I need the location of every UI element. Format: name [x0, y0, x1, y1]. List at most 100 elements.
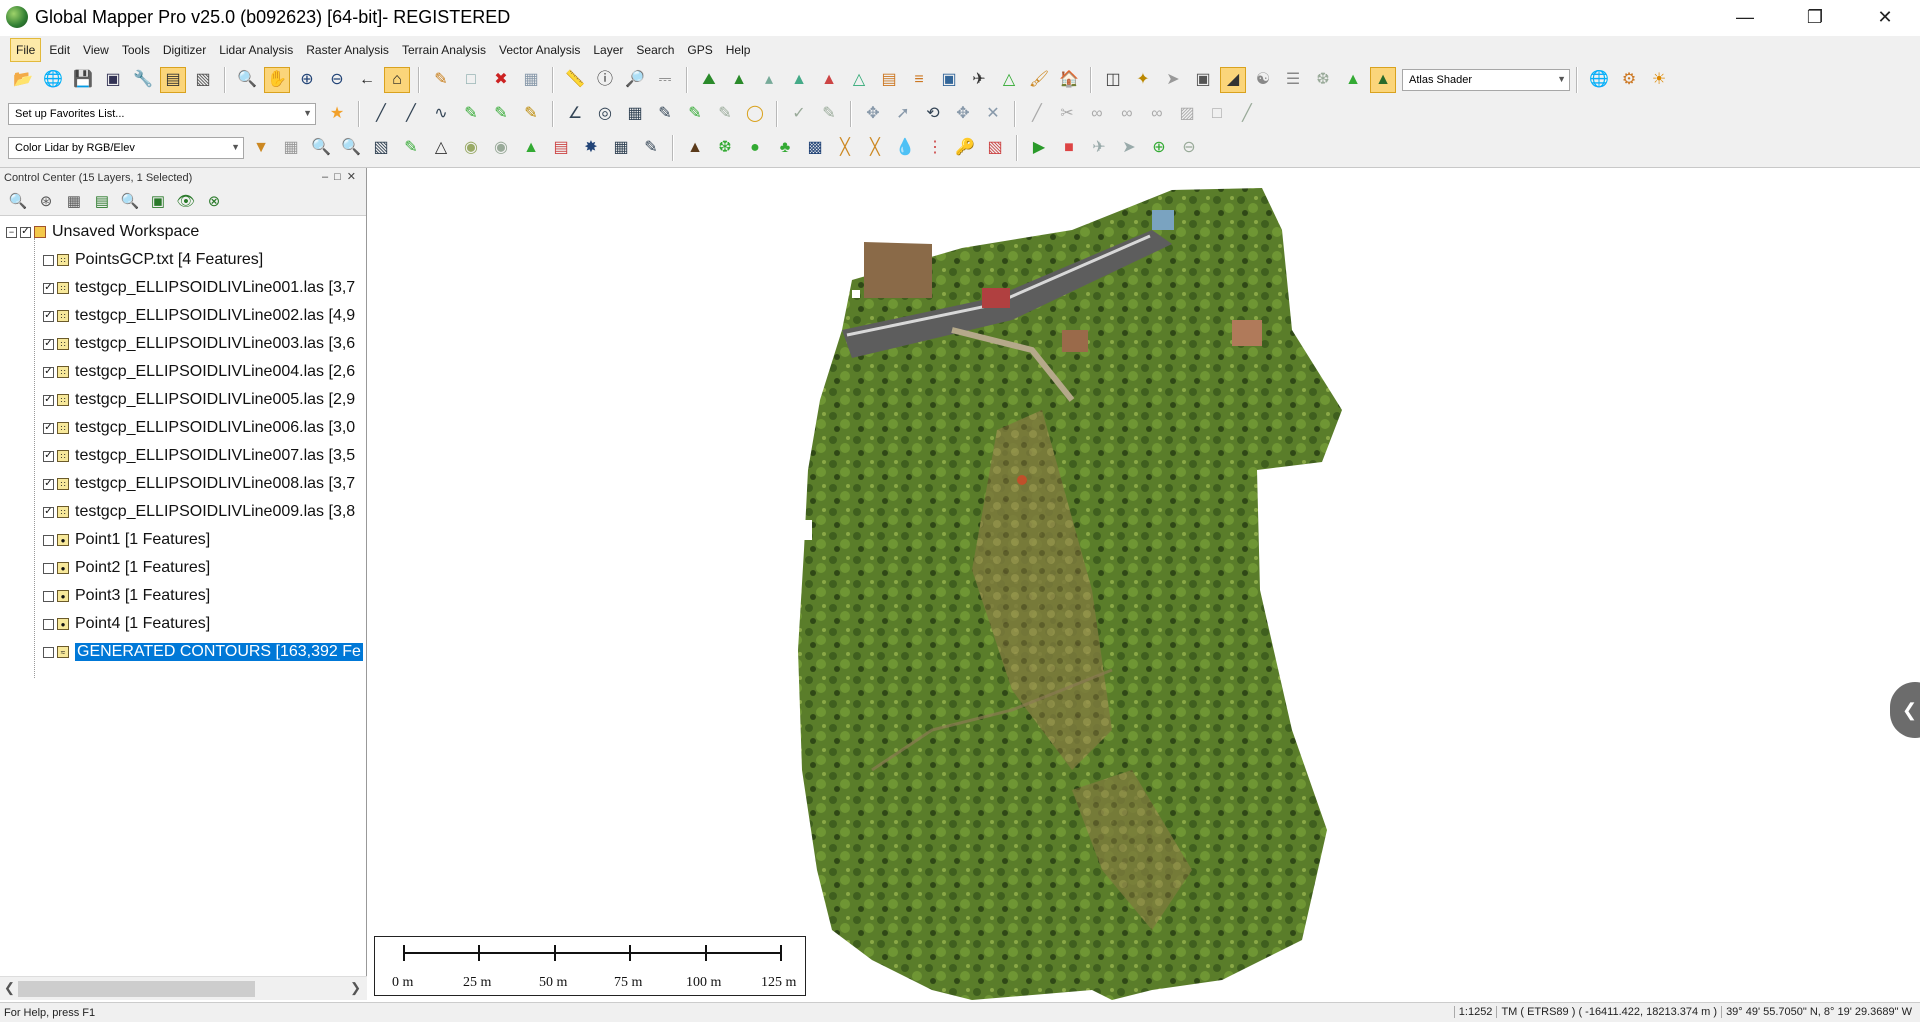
select-area-icon[interactable]: □	[458, 67, 484, 93]
flight-path-icon[interactable]: ✈	[966, 67, 992, 93]
menu-terrain-analysis[interactable]: Terrain Analysis	[397, 39, 491, 61]
grass-icon[interactable]: ❆	[712, 135, 738, 161]
layer-checkbox[interactable]	[43, 618, 54, 630]
measure-angle-icon[interactable]: ∠	[562, 101, 588, 127]
split-icon[interactable]: ✕	[980, 101, 1006, 127]
layer-checkbox[interactable]: ✓	[43, 394, 54, 406]
visibility-eye-icon[interactable]: 👁	[174, 190, 198, 214]
forward-icon[interactable]: ➤	[1116, 135, 1142, 161]
layer-row[interactable]: ● Point4 [1 Features]	[43, 610, 210, 638]
scroll-left-icon[interactable]: ❮	[4, 980, 15, 996]
zoom-to-layer-icon[interactable]: 🔍	[6, 190, 30, 214]
reshape-icon[interactable]: ⟲	[920, 101, 946, 127]
menu-view[interactable]: View	[78, 39, 114, 61]
attribute-table-icon[interactable]: ▦	[62, 190, 86, 214]
target-circle-icon[interactable]: ◎	[592, 101, 618, 127]
layer-checkbox[interactable]	[43, 534, 54, 546]
lidar-cluster-icon[interactable]: ◉	[488, 135, 514, 161]
workspace-checkbox[interactable]: ✓	[20, 226, 31, 238]
delete-feature-icon[interactable]: ✖	[488, 67, 514, 93]
merge-icon[interactable]: ▨	[1174, 101, 1200, 127]
minimize-button[interactable]: —	[1710, 0, 1780, 34]
menu-gps[interactable]: GPS	[682, 39, 717, 61]
panel-window-controls[interactable]: –□✕	[322, 170, 362, 183]
layer-row[interactable]: ✓ ∷ testgcp_ELLIPSOIDLIVLine007.las [3,5	[43, 442, 355, 470]
layer-checkbox[interactable]	[43, 590, 54, 602]
layer-options-icon[interactable]: ⊛	[34, 190, 58, 214]
edit-tool-icon[interactable]: ✎	[652, 101, 678, 127]
overlay-control-icon[interactable]: ▣	[100, 67, 126, 93]
water-drop-icon[interactable]: 💧	[892, 135, 918, 161]
layer-checkbox[interactable]: ✓	[43, 478, 54, 490]
play-icon[interactable]: ▶	[1026, 135, 1052, 161]
raster-image-icon[interactable]: ▣	[936, 67, 962, 93]
3d-layer-icon[interactable]: ◫	[1100, 67, 1126, 93]
menu-layer[interactable]: Layer	[588, 39, 628, 61]
horizontal-scrollbar[interactable]: ❮ ❯	[0, 976, 367, 1000]
feature-info-icon[interactable]: ⓘ	[592, 67, 618, 93]
zoom-in-icon[interactable]: ⊕	[294, 67, 320, 93]
fly-through-icon[interactable]: ✈	[1086, 135, 1112, 161]
layer-checkbox[interactable]	[43, 646, 54, 658]
online-data-globe-icon[interactable]: 🌐	[40, 67, 66, 93]
terrain-shader-icon[interactable]: ⛰	[696, 67, 722, 93]
lidar-density-icon[interactable]: ▦	[278, 135, 304, 161]
check-icon[interactable]: ✓	[786, 101, 812, 127]
settings-gear-icon[interactable]: ⚙	[1616, 67, 1642, 93]
control-center-icon[interactable]: ▤	[160, 67, 186, 93]
crop-icon[interactable]: □	[1204, 101, 1230, 127]
save-icon[interactable]: 💾	[70, 67, 96, 93]
menu-lidar-analysis[interactable]: Lidar Analysis	[214, 39, 298, 61]
layer-row-selected[interactable]: ≈ GENERATED CONTOURS [163,392 Fe	[43, 638, 363, 666]
layer-checkbox[interactable]: ✓	[43, 422, 54, 434]
paintbrush-icon[interactable]: 🖌	[1026, 67, 1052, 93]
move-vertex-icon[interactable]: ✥	[860, 101, 886, 127]
menu-help[interactable]: Help	[721, 39, 756, 61]
layer-row[interactable]: ✓ ∷ testgcp_ELLIPSOIDLIVLine004.las [2,6	[43, 358, 355, 386]
remove-layer-icon[interactable]: ⊖	[1176, 135, 1202, 161]
close-button[interactable]: ✕	[1850, 0, 1920, 34]
shrub-icon[interactable]: ●	[742, 135, 768, 161]
lidar-grass-icon[interactable]: ❆	[1310, 67, 1336, 93]
lidar-points-icon[interactable]: ◉	[458, 135, 484, 161]
chain-icon[interactable]: ∞	[1114, 101, 1140, 127]
lidar-zoom-icon[interactable]: 🔍	[308, 135, 334, 161]
favorites-select[interactable]: Set up Favorites List... ▼	[8, 103, 316, 125]
watershed-icon[interactable]: ▲	[786, 67, 812, 93]
workspace-row[interactable]: − ✓ Unsaved Workspace	[6, 218, 199, 246]
menu-tools[interactable]: Tools	[117, 39, 155, 61]
lidar-filter-funnel-icon[interactable]: ▼	[248, 135, 274, 161]
layer-row[interactable]: ✓ ∷ testgcp_ELLIPSOIDLIVLine005.las [2,9	[43, 386, 355, 414]
digitize-curve-icon[interactable]: ∿	[428, 101, 454, 127]
measure-ruler-icon[interactable]: 📏	[562, 67, 588, 93]
lidar-classify-icon[interactable]: ☯	[1250, 67, 1276, 93]
back-arrow-icon[interactable]: ←	[354, 67, 380, 93]
3d-view-icon[interactable]: ▧	[190, 67, 216, 93]
pan-hand-icon[interactable]: ✋	[264, 67, 290, 93]
check-edit-icon[interactable]: ✎	[816, 101, 842, 127]
shapes-icon[interactable]: ◯	[742, 101, 768, 127]
gps-device-icon[interactable]: ⎓	[652, 67, 678, 93]
shader-mountain-icon[interactable]: ▲	[1340, 67, 1366, 93]
lidar-layers-icon[interactable]: ▤	[548, 135, 574, 161]
vertical-exag-icon[interactable]: ▣	[1190, 67, 1216, 93]
layer-row[interactable]: ✓ ∷ testgcp_ELLIPSOIDLIVLine001.las [3,7	[43, 274, 355, 302]
lidar-brush-icon[interactable]: ✎	[638, 135, 664, 161]
stop-icon[interactable]: ■	[1056, 135, 1082, 161]
link-icon[interactable]: ∞	[1144, 101, 1170, 127]
terrain-paint-icon[interactable]: ▲	[816, 67, 842, 93]
cut-fill-icon[interactable]: △	[846, 67, 872, 93]
triangle-icon[interactable]: △	[428, 135, 454, 161]
classification-icon[interactable]: ▧	[982, 135, 1008, 161]
map-view[interactable]: ❮	[372, 170, 1920, 1000]
brush-tool-icon[interactable]: ✎	[682, 101, 708, 127]
hillshade-icon[interactable]: ◢	[1220, 67, 1246, 93]
light-direction-icon[interactable]: ➤	[1160, 67, 1186, 93]
join-icon[interactable]: ∞	[1084, 101, 1110, 127]
close-layer-icon[interactable]: ⊗	[202, 190, 226, 214]
lidar-terrain-icon[interactable]: ▲	[518, 135, 544, 161]
brush-line-icon[interactable]: ✎	[518, 101, 544, 127]
menu-search[interactable]: Search	[631, 39, 679, 61]
digitizer-pencil-icon[interactable]: ✎	[428, 67, 454, 93]
layer-row[interactable]: ● Point1 [1 Features]	[43, 526, 210, 554]
